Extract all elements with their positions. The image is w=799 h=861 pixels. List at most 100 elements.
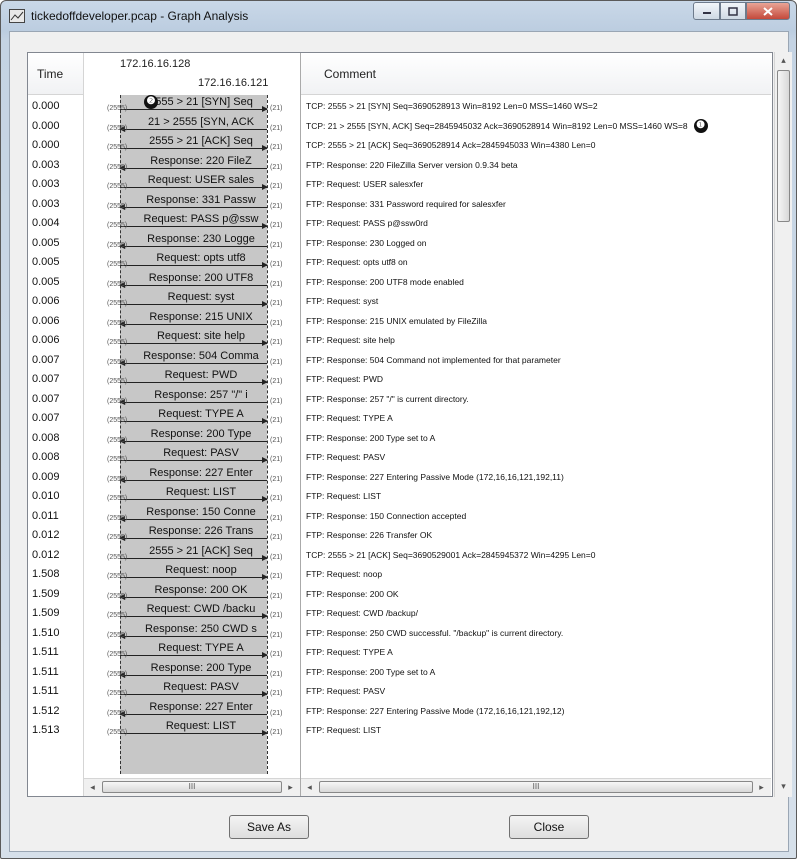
row-time[interactable]: 1.511 — [32, 663, 59, 682]
row-comment[interactable]: FTP: Response: 150 Connection accepted — [306, 507, 466, 526]
row-comment[interactable]: TCP: 2555 > 21 [ACK] Seq=3690528914 Ack=… — [306, 136, 595, 155]
flow-row[interactable]: Request: opts utf8 (2555) (21) — [84, 251, 300, 270]
row-comment[interactable]: FTP: Request: LIST — [306, 487, 381, 506]
title-bar[interactable]: tickedoffdeveloper.pcap - Graph Analysis — [1, 1, 796, 31]
flow-row[interactable]: Response: 200 Type (2555) (21) — [84, 661, 300, 680]
flow-row[interactable]: Request: PWD (2555) (21) — [84, 368, 300, 387]
row-comment[interactable]: FTP: Response: 226 Transfer OK — [306, 526, 432, 545]
row-time[interactable]: 1.509 — [32, 585, 60, 604]
row-comment[interactable]: FTP: Response: 200 UTF8 mode enabled — [306, 273, 464, 292]
row-time[interactable]: 0.005 — [32, 253, 60, 272]
row-comment[interactable]: TCP: 21 > 2555 [SYN, ACK] Seq=2845945032… — [306, 117, 708, 136]
row-comment[interactable]: FTP: Request: site help — [306, 331, 395, 350]
flow-row[interactable]: Response: 504 Comma (2555) (21) — [84, 349, 300, 368]
row-comment[interactable]: FTP: Response: 504 Command not implement… — [306, 351, 561, 370]
flow-row[interactable]: Request: PASS p@ssw (2555) (21) — [84, 212, 300, 231]
comment-column-header[interactable]: Comment — [301, 53, 771, 95]
row-comment[interactable]: FTP: Request: LIST — [306, 721, 381, 740]
flow-row[interactable]: Response: 331 Passw (2555) (21) — [84, 193, 300, 212]
flow-row[interactable]: Request: TYPE A (2555) (21) — [84, 407, 300, 426]
flow-row[interactable]: Response: 226 Trans (2555) (21) — [84, 524, 300, 543]
flow-row[interactable]: Response: 200 OK (2555) (21) — [84, 583, 300, 602]
vertical-scroll-thumb[interactable] — [777, 70, 790, 222]
row-time[interactable]: 1.512 — [32, 702, 60, 721]
row-comment[interactable]: FTP: Response: 227 Entering Passive Mode… — [306, 702, 564, 721]
row-comment[interactable]: FTP: Request: PWD — [306, 370, 383, 389]
row-comment[interactable]: FTP: Response: 331 Password required for… — [306, 195, 506, 214]
flow-row[interactable]: Response: 257 "/" i (2555) (21) — [84, 388, 300, 407]
flow-row[interactable]: Request: CWD /backu (2555) (21) — [84, 602, 300, 621]
row-comment[interactable]: FTP: Request: USER salesxfer — [306, 175, 423, 194]
row-comment[interactable]: FTP: Request: noop — [306, 565, 382, 584]
flow-row[interactable]: 2555 > 21 [ACK] Seq (2555) (21) — [84, 544, 300, 563]
flow-row[interactable]: Request: USER sales (2555) (21) — [84, 173, 300, 192]
graph-horizontal-scrollbar[interactable]: ◂ III ▸ — [84, 778, 300, 796]
vertical-scrollbar[interactable]: ▴ ▾ — [774, 52, 792, 797]
flow-row[interactable]: Request: PASV (2555) (21) — [84, 446, 300, 465]
flow-row[interactable]: Response: 227 Enter (2555) (21) — [84, 700, 300, 719]
maximize-button[interactable] — [720, 2, 746, 20]
row-comment[interactable]: FTP: Request: syst — [306, 292, 378, 311]
flow-row[interactable]: Request: syst (2555) (21) — [84, 290, 300, 309]
row-time[interactable]: 0.003 — [32, 195, 60, 214]
scroll-down-button[interactable]: ▾ — [776, 779, 791, 794]
comment-horizontal-scrollbar[interactable]: ◂ III ▸ — [301, 778, 771, 796]
scroll-left-button[interactable]: ◂ — [302, 780, 317, 795]
flow-row[interactable]: Request: TYPE A (2555) (21) — [84, 641, 300, 660]
row-time[interactable]: 0.009 — [32, 468, 60, 487]
row-time[interactable]: 0.007 — [32, 390, 60, 409]
flow-row[interactable]: Response: 200 UTF8 (2555) (21) — [84, 271, 300, 290]
row-time[interactable]: 0.005 — [32, 234, 60, 253]
flow-row[interactable]: Response: 230 Logge (2555) (21) — [84, 232, 300, 251]
row-time[interactable]: 0.006 — [32, 312, 60, 331]
row-comment[interactable]: FTP: Response: 215 UNIX emulated by File… — [306, 312, 487, 331]
row-comment[interactable]: FTP: Request: PASV — [306, 448, 385, 467]
time-column-header[interactable]: Time — [28, 53, 83, 95]
row-time[interactable]: 0.011 — [32, 507, 59, 526]
scroll-right-button[interactable]: ▸ — [283, 780, 298, 795]
scroll-thumb[interactable]: III — [319, 781, 753, 793]
row-comment[interactable]: FTP: Request: TYPE A — [306, 409, 393, 428]
flow-row[interactable]: Request: LIST (2555) (21) — [84, 485, 300, 504]
row-time[interactable]: 0.012 — [32, 526, 60, 545]
flow-row[interactable]: Response: 250 CWD s (2555) (21) — [84, 622, 300, 641]
flow-row[interactable]: 2555 > 21 [SYN] Seq (2555) (21) — [84, 95, 300, 114]
flow-row[interactable]: 2555 > 21 [ACK] Seq (2555) (21) — [84, 134, 300, 153]
scroll-up-button[interactable]: ▴ — [776, 53, 791, 68]
scroll-right-button[interactable]: ▸ — [754, 780, 769, 795]
flow-row[interactable]: Request: noop (2555) (21) — [84, 563, 300, 582]
row-time[interactable]: 0.005 — [32, 273, 60, 292]
close-window-button[interactable] — [746, 2, 790, 20]
row-time[interactable]: 0.007 — [32, 351, 60, 370]
flow-row[interactable]: Response: 227 Enter (2555) (21) — [84, 466, 300, 485]
flow-row[interactable]: Response: 220 FileZ (2555) (21) — [84, 154, 300, 173]
row-time[interactable]: 1.508 — [32, 565, 60, 584]
save-as-button[interactable]: Save As — [229, 815, 309, 839]
flow-row[interactable]: Response: 150 Conne (2555) (21) — [84, 505, 300, 524]
row-comment[interactable]: FTP: Request: TYPE A — [306, 643, 393, 662]
row-time[interactable]: 0.004 — [32, 214, 60, 233]
row-comment[interactable]: FTP: Request: CWD /backup/ — [306, 604, 418, 623]
row-comment[interactable]: FTP: Response: 250 CWD successful. "/bac… — [306, 624, 563, 643]
row-time[interactable]: 1.511 — [32, 643, 59, 662]
row-time[interactable]: 0.000 — [32, 117, 60, 136]
flow-row[interactable]: Request: PASV (2555) (21) — [84, 680, 300, 699]
flow-row[interactable]: Response: 200 Type (2555) (21) — [84, 427, 300, 446]
row-comment[interactable]: FTP: Response: 200 OK — [306, 585, 399, 604]
row-comment[interactable]: FTP: Response: 200 Type set to A — [306, 429, 435, 448]
row-comment[interactable]: TCP: 2555 > 21 [ACK] Seq=3690529001 Ack=… — [306, 546, 595, 565]
row-time[interactable]: 0.008 — [32, 448, 60, 467]
flow-graph[interactable]: ❷ 2555 > 21 [SYN] Seq (2555) (21) 21 > 2555… — [84, 95, 300, 776]
row-time[interactable]: 0.010 — [32, 487, 60, 506]
row-time[interactable]: 0.000 — [32, 136, 60, 155]
row-time[interactable]: 0.003 — [32, 175, 60, 194]
flow-row[interactable]: Request: LIST (2555) (21) — [84, 719, 300, 738]
row-time[interactable]: 0.003 — [32, 156, 60, 175]
row-comment[interactable]: FTP: Response: 220 FileZilla Server vers… — [306, 156, 518, 175]
row-comment[interactable]: FTP: Response: 230 Logged on — [306, 234, 427, 253]
row-time[interactable]: 0.000 — [32, 97, 60, 116]
row-time[interactable]: 1.509 — [32, 604, 60, 623]
flow-row[interactable]: Response: 215 UNIX (2555) (21) — [84, 310, 300, 329]
row-time[interactable]: 0.008 — [32, 429, 60, 448]
row-time[interactable]: 1.513 — [32, 721, 60, 740]
